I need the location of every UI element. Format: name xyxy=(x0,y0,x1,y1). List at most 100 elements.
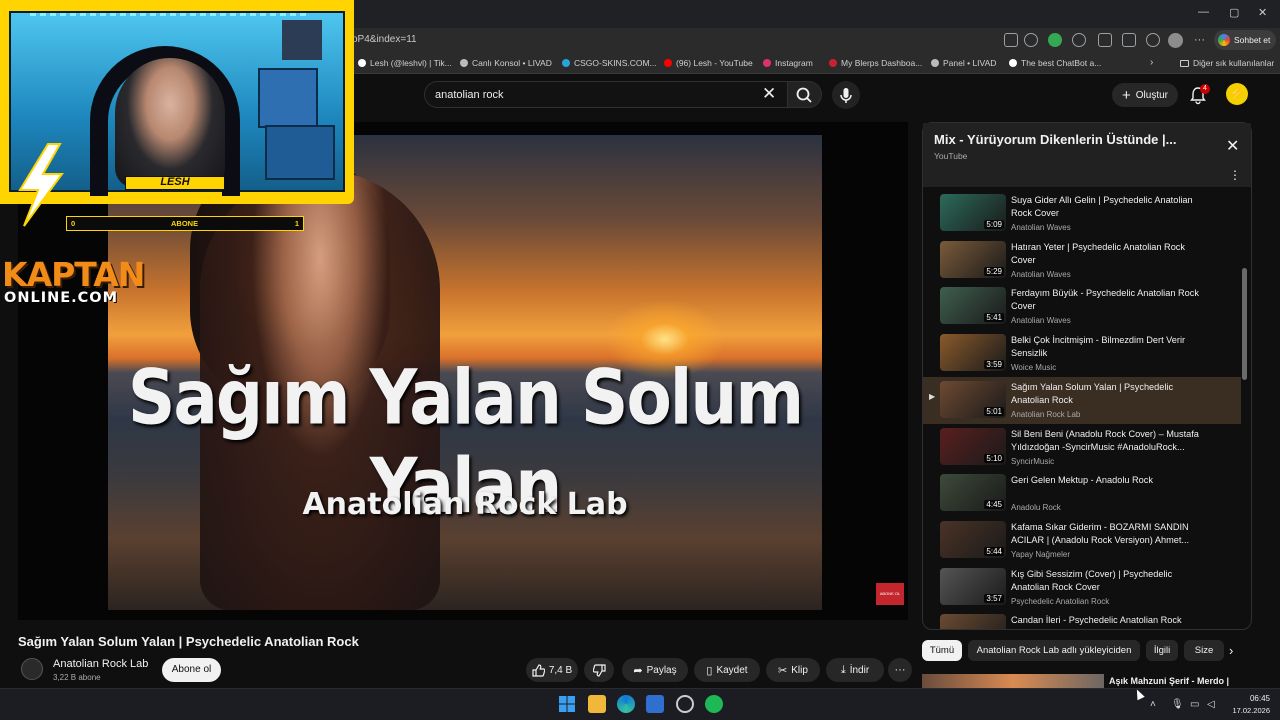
brand-logo-line2: ONLINE.COM xyxy=(4,290,119,306)
filter-chip[interactable]: Anatolian Rock Lab adlı yükleyiciden xyxy=(968,640,1140,661)
edge-icon[interactable] xyxy=(617,695,635,713)
next-video-thumbnail[interactable] xyxy=(922,674,1104,688)
store-icon[interactable] xyxy=(646,695,664,713)
volume-icon[interactable]: ◁ xyxy=(1207,699,1215,710)
playlist-thumbnail[interactable]: 5:44 xyxy=(940,520,1006,558)
clear-search-icon[interactable]: ✕ xyxy=(762,84,776,104)
taskbar-time[interactable]: 06:45 xyxy=(1230,694,1270,703)
tray-chevron-icon[interactable]: ˄ xyxy=(1150,699,1156,710)
bookmark-item[interactable]: Canlı Konsol • LIVAD xyxy=(460,58,552,68)
account-avatar[interactable]: ⚡ xyxy=(1226,83,1248,105)
bookmarks-chevron-icon[interactable]: › xyxy=(1150,57,1153,68)
bookmark-item[interactable]: Lesh (@leshvl) | Tik... xyxy=(358,58,452,68)
file-explorer-icon[interactable] xyxy=(588,695,606,713)
playlist-item-title[interactable]: Kafama Sıkar Giderim - BOZARMI SANDIN AC… xyxy=(1011,521,1206,547)
playlist-thumbnail[interactable]: 5:41 xyxy=(940,287,1006,325)
playlist-item-title[interactable]: Geri Gelen Mektup - Anadolu Rock xyxy=(1011,474,1206,487)
playlist-thumbnail[interactable]: 5:09 xyxy=(940,194,1006,231)
bookmark-favicon-icon xyxy=(664,59,672,67)
voice-search-button[interactable] xyxy=(832,81,860,109)
favorites-icon[interactable] xyxy=(1122,33,1136,47)
bookmark-item[interactable]: The best ChatBot a... xyxy=(1009,58,1101,68)
playlist-item-title[interactable]: Hatıran Yeter | Psychedelic Anatolian Ro… xyxy=(1011,241,1206,267)
obs-icon[interactable] xyxy=(676,695,694,713)
playlist-item-title[interactable]: Belki Çok İncitmişim - Bilmezdim Dert Ve… xyxy=(1011,334,1206,360)
playlist-more-icon[interactable]: ⋮ xyxy=(1229,168,1241,182)
start-icon[interactable] xyxy=(558,695,576,713)
playlist-item[interactable]: 5:10 Sil Beni Beni (Anadolu Rock Cover) –… xyxy=(923,424,1241,471)
search-input[interactable]: anatolian rock xyxy=(435,89,504,101)
chips-next-icon[interactable]: › xyxy=(1229,643,1233,658)
playlist-title[interactable]: Mix - Yürüyorum Dikenlerin Üstünde |... xyxy=(934,132,1177,147)
close-window-icon[interactable]: ✕ xyxy=(1258,6,1267,19)
playlist-thumbnail[interactable] xyxy=(940,614,1006,629)
playlist-item[interactable]: 5:09 Suya Gider Allı Gelin | Psychedelic … xyxy=(923,190,1241,237)
download-icon: ⤓ xyxy=(840,663,846,676)
playlist-item[interactable]: Candan İleri - Psychedelic Anatolian Roc… xyxy=(923,610,1241,629)
download-button[interactable]: ⤓ İndir xyxy=(826,658,884,682)
taskbar-date[interactable]: 17.02.2026 xyxy=(1224,706,1270,715)
bookmark-favicon-icon xyxy=(562,59,570,67)
filter-chip[interactable]: Size xyxy=(1184,640,1224,661)
playlist-item-title[interactable]: Kış Gibi Sessizim (Cover) | Psychedelic … xyxy=(1011,568,1206,594)
more-options-icon[interactable]: ··· xyxy=(1194,34,1205,46)
playlist-item[interactable]: 4:45 Geri Gelen Mektup - Anadolu Rock Anad… xyxy=(923,470,1241,517)
playlist-item-channel: Psychedelic Anatolian Rock xyxy=(1011,596,1110,606)
playlist-thumbnail[interactable]: 4:45 xyxy=(940,474,1006,512)
playlist-thumbnail[interactable]: 5:29 xyxy=(940,240,1006,278)
bookmark-item[interactable]: My Blerps Dashboa... xyxy=(829,58,922,68)
profile-avatar-icon[interactable] xyxy=(1168,33,1183,48)
url-text[interactable]: oP4&index=11 xyxy=(352,34,417,45)
subscribe-watermark[interactable]: ABONE OL xyxy=(876,583,904,605)
other-bookmarks[interactable]: Diğer sık kullanılanlar xyxy=(1180,58,1274,68)
reader-icon[interactable] xyxy=(1004,33,1018,47)
next-video-title[interactable]: Aşık Mahzuni Şerif - Merdo | xyxy=(1109,676,1229,686)
clip-button[interactable]: ✂ Klip xyxy=(766,658,820,682)
bookmark-item[interactable]: CSGO-SKINS.COM... xyxy=(562,58,657,68)
close-playlist-icon[interactable]: ✕ xyxy=(1226,136,1239,156)
playlist-item-title[interactable]: Sağım Yalan Solum Yalan | Psychedelic An… xyxy=(1011,381,1206,407)
playlist-item-title[interactable]: Suya Gider Allı Gelin | Psychedelic Anat… xyxy=(1011,194,1206,220)
more-actions-button[interactable]: ··· xyxy=(888,658,912,682)
bookmark-item[interactable]: (96) Lesh - YouTube xyxy=(664,58,753,68)
bookmark-item[interactable]: Panel • LIVAD xyxy=(931,58,996,68)
refresh-icon[interactable] xyxy=(1072,33,1086,47)
tray-mic-icon[interactable]: 🎙 xyxy=(1171,699,1184,710)
playlist-thumbnail[interactable]: 5:10 xyxy=(940,427,1006,465)
network-icon[interactable]: ▭ xyxy=(1190,699,1199,710)
favorite-star-icon[interactable] xyxy=(1024,33,1038,47)
playlist-item-channel: Anadolu Rock xyxy=(1011,503,1061,513)
playlist-thumbnail[interactable]: 3:57 xyxy=(940,567,1006,605)
bookmark-item[interactable]: Instagram xyxy=(763,58,813,68)
search-button[interactable] xyxy=(788,81,822,108)
channel-name[interactable]: Anatolian Rock Lab xyxy=(53,658,148,670)
playlist-thumbnail[interactable]: 3:59 xyxy=(940,334,1006,372)
subscribe-button[interactable]: Abone ol xyxy=(162,658,221,682)
playlist-item[interactable]: 5:41 Ferdayım Büyük - Psychedelic Anatoli… xyxy=(923,283,1241,330)
minimize-icon[interactable]: — xyxy=(1198,6,1209,18)
save-button[interactable]: ▯ Kaydet xyxy=(694,658,760,682)
playlist-item[interactable]: 3:59 Belki Çok İncitmişim - Bilmezdim Der… xyxy=(923,330,1241,377)
filter-chip[interactable]: Tümü xyxy=(922,640,962,661)
playlist-thumbnail[interactable]: 5:01 xyxy=(940,380,1006,418)
playlist-item-title[interactable]: Sil Beni Beni (Anadolu Rock Cover) – Mus… xyxy=(1011,428,1206,454)
maximize-icon[interactable]: ▢ xyxy=(1229,6,1239,19)
like-button[interactable]: 7,4 B xyxy=(526,658,578,682)
filter-chip[interactable]: İlgili xyxy=(1146,640,1178,661)
share-button[interactable]: ➦ Paylaş xyxy=(622,658,688,682)
create-button[interactable]: + Oluştur xyxy=(1112,83,1178,107)
playlist-item[interactable]: ▶ 5:01 Sağım Yalan Solum Yalan | Psychedel… xyxy=(923,376,1241,424)
history-icon[interactable] xyxy=(1146,33,1160,47)
extension-icon[interactable] xyxy=(1048,33,1062,47)
dislike-button[interactable] xyxy=(584,658,614,682)
channel-avatar[interactable] xyxy=(21,658,43,680)
chat-button[interactable]: Sohbet et xyxy=(1214,30,1276,50)
playlist-item[interactable]: 3:57 Kış Gibi Sessizim (Cover) | Psychede… xyxy=(923,564,1241,611)
playlist-item-title[interactable]: Candan İleri - Psychedelic Anatolian Roc… xyxy=(1011,614,1206,627)
extensions-puzzle-icon[interactable] xyxy=(1098,33,1112,47)
playlist-item[interactable]: 5:29 Hatıran Yeter | Psychedelic Anatolia… xyxy=(923,237,1241,284)
playlist-item-title[interactable]: Ferdayım Büyük - Psychedelic Anatolian R… xyxy=(1011,287,1206,313)
playlist-scrollbar[interactable] xyxy=(1242,268,1247,380)
spotify-icon[interactable] xyxy=(705,695,723,713)
playlist-item[interactable]: 5:44 Kafama Sıkar Giderim - BOZARMI SANDI… xyxy=(923,517,1241,564)
